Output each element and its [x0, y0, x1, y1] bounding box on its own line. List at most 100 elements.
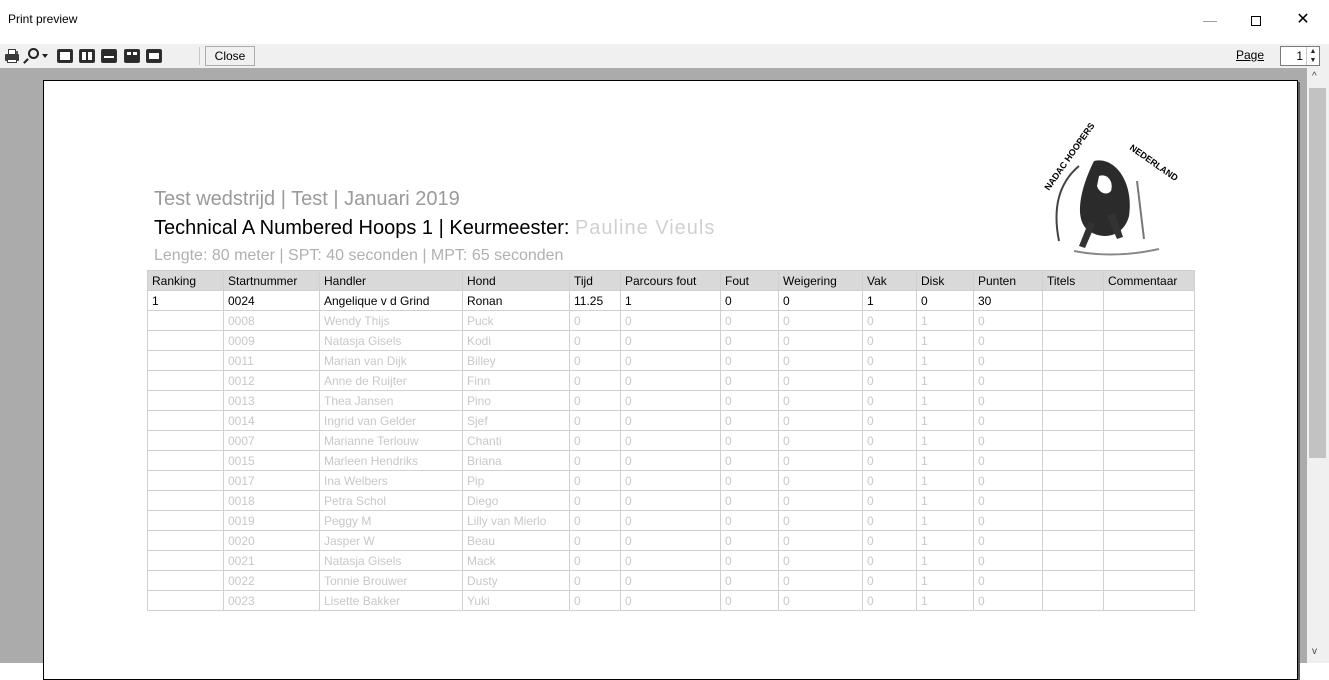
table-cell	[147, 550, 224, 571]
table-cell: 1	[916, 350, 974, 371]
table-cell: 0	[620, 470, 721, 491]
table-cell: 0	[620, 430, 721, 451]
six-pages-icon[interactable]	[146, 49, 162, 63]
table-cell	[1103, 490, 1195, 511]
two-pages-icon[interactable]	[79, 49, 95, 63]
column-header: Punten	[973, 270, 1043, 291]
results-table: Ranking Startnummer Handler Hond Tijd Parcour…	[147, 270, 1195, 611]
table-cell: 0015	[223, 450, 320, 471]
table-cell: Billey	[462, 350, 570, 371]
table-cell: 1	[916, 450, 974, 471]
table-cell: Thea Jansen	[319, 390, 463, 411]
table-cell: 1	[916, 330, 974, 351]
table-cell: 0	[720, 590, 779, 611]
table-row: 0021 Natasja Gisels Mack 0 0 0 0 0 1 0	[147, 550, 1195, 571]
table-cell: 1	[916, 430, 974, 451]
table-cell: 0	[862, 330, 917, 351]
table-row: 0017 Ina Welbers Pip 0 0 0 0 0 1 0	[147, 470, 1195, 491]
table-cell: 0	[973, 490, 1043, 511]
minimize-button[interactable]: —	[1190, 6, 1230, 34]
table-cell: Ingrid van Gelder	[319, 410, 463, 431]
table-cell: 0014	[223, 410, 320, 431]
header-row: Ranking Startnummer Handler Hond Tijd Parcour…	[147, 270, 1195, 291]
table-cell: 0	[778, 490, 863, 511]
table-cell: 0	[569, 330, 621, 351]
table-cell	[147, 490, 224, 511]
table-cell: 0	[862, 410, 917, 431]
preview-area: Test wedstrijd | Test | Januari 2019 Tec…	[0, 68, 1307, 680]
table-cell: 0	[569, 590, 621, 611]
page-number[interactable]: 1	[1296, 49, 1303, 63]
table-cell: 30	[973, 290, 1043, 311]
table-cell: 0	[973, 390, 1043, 411]
column-header: Parcours fout	[620, 270, 721, 291]
table-cell	[1103, 590, 1195, 611]
table-cell: 0	[620, 450, 721, 471]
table-cell: 0	[720, 530, 779, 551]
table-cell: 1	[916, 590, 974, 611]
three-pages-icon[interactable]	[101, 49, 117, 63]
table-cell: 0	[720, 430, 779, 451]
table-cell: 0	[620, 410, 721, 431]
table-cell: 0	[620, 310, 721, 331]
table-cell: 0	[973, 550, 1043, 571]
close-window-button[interactable]: ✕	[1283, 6, 1323, 34]
one-page-icon[interactable]	[57, 49, 73, 63]
page-label: Page	[1236, 48, 1265, 62]
table-cell: 1	[147, 290, 224, 311]
table-cell	[147, 350, 224, 371]
maximize-icon	[1251, 16, 1261, 27]
table-cell	[1103, 350, 1195, 371]
close-button[interactable]: Close	[205, 46, 255, 66]
table-cell	[147, 570, 224, 591]
scroll-thumb[interactable]	[1309, 88, 1326, 458]
table-cell: Marian van Dijk	[319, 350, 463, 371]
table-cell: Peggy M	[319, 510, 463, 531]
table-cell: 0007	[223, 430, 320, 451]
table-cell: 1	[916, 530, 974, 551]
zoom-icon[interactable]	[22, 48, 48, 64]
table-cell: 0	[720, 570, 779, 591]
spinner-arrows-icon[interactable]: ▲ ▼	[1306, 47, 1319, 65]
table-row: 0013 Thea Jansen Pino 0 0 0 0 0 1 0	[147, 390, 1195, 411]
table-cell: 0	[720, 310, 779, 331]
table-cell	[1103, 450, 1195, 471]
table-cell: 0	[720, 330, 779, 351]
table-cell: 0	[569, 530, 621, 551]
four-pages-icon[interactable]	[124, 49, 140, 63]
table-cell: 0	[720, 550, 779, 571]
table-cell	[1042, 430, 1104, 451]
print-icon[interactable]	[4, 48, 20, 64]
table-cell	[147, 590, 224, 611]
table-cell	[1042, 330, 1104, 351]
scroll-up-icon[interactable]: ^	[1312, 71, 1317, 82]
table-cell: 0	[778, 530, 863, 551]
column-header: Weigering	[778, 270, 863, 291]
class-name: Technical A Numbered Hoops 1 | Keurmeest…	[154, 217, 575, 239]
table-cell: Kodi	[462, 330, 570, 351]
table-row: 0012 Anne de Ruijter Finn 0 0 0 0 0 1 0	[147, 370, 1195, 391]
table-cell: Chanti	[462, 430, 570, 451]
table-cell: Tonnie Brouwer	[319, 570, 463, 591]
column-header: Startnummer	[223, 270, 320, 291]
table-cell: Ronan	[462, 290, 570, 311]
table-cell: 1	[916, 550, 974, 571]
table-cell	[147, 310, 224, 331]
column-header: Fout	[720, 270, 779, 291]
table-row: 0008 Wendy Thijs Puck 0 0 0 0 0 1 0	[147, 310, 1195, 331]
vertical-scrollbar[interactable]: ^ v	[1307, 68, 1329, 663]
scroll-down-icon[interactable]: v	[1312, 646, 1317, 657]
page-spinner[interactable]: 1 ▲ ▼	[1280, 46, 1320, 66]
table-cell: 0	[620, 570, 721, 591]
table-cell: 0	[862, 430, 917, 451]
table-row: 0022 Tonnie Brouwer Dusty 0 0 0 0 0 1 0	[147, 570, 1195, 591]
table-cell: 0	[720, 450, 779, 471]
table-cell: 11.25	[569, 290, 621, 311]
table-cell: 0	[620, 550, 721, 571]
table-cell: 0020	[223, 530, 320, 551]
maximize-button[interactable]	[1236, 6, 1276, 34]
table-cell	[1103, 370, 1195, 391]
table-cell: 0	[569, 470, 621, 491]
table-cell	[1103, 530, 1195, 551]
table-cell: 0	[862, 370, 917, 391]
